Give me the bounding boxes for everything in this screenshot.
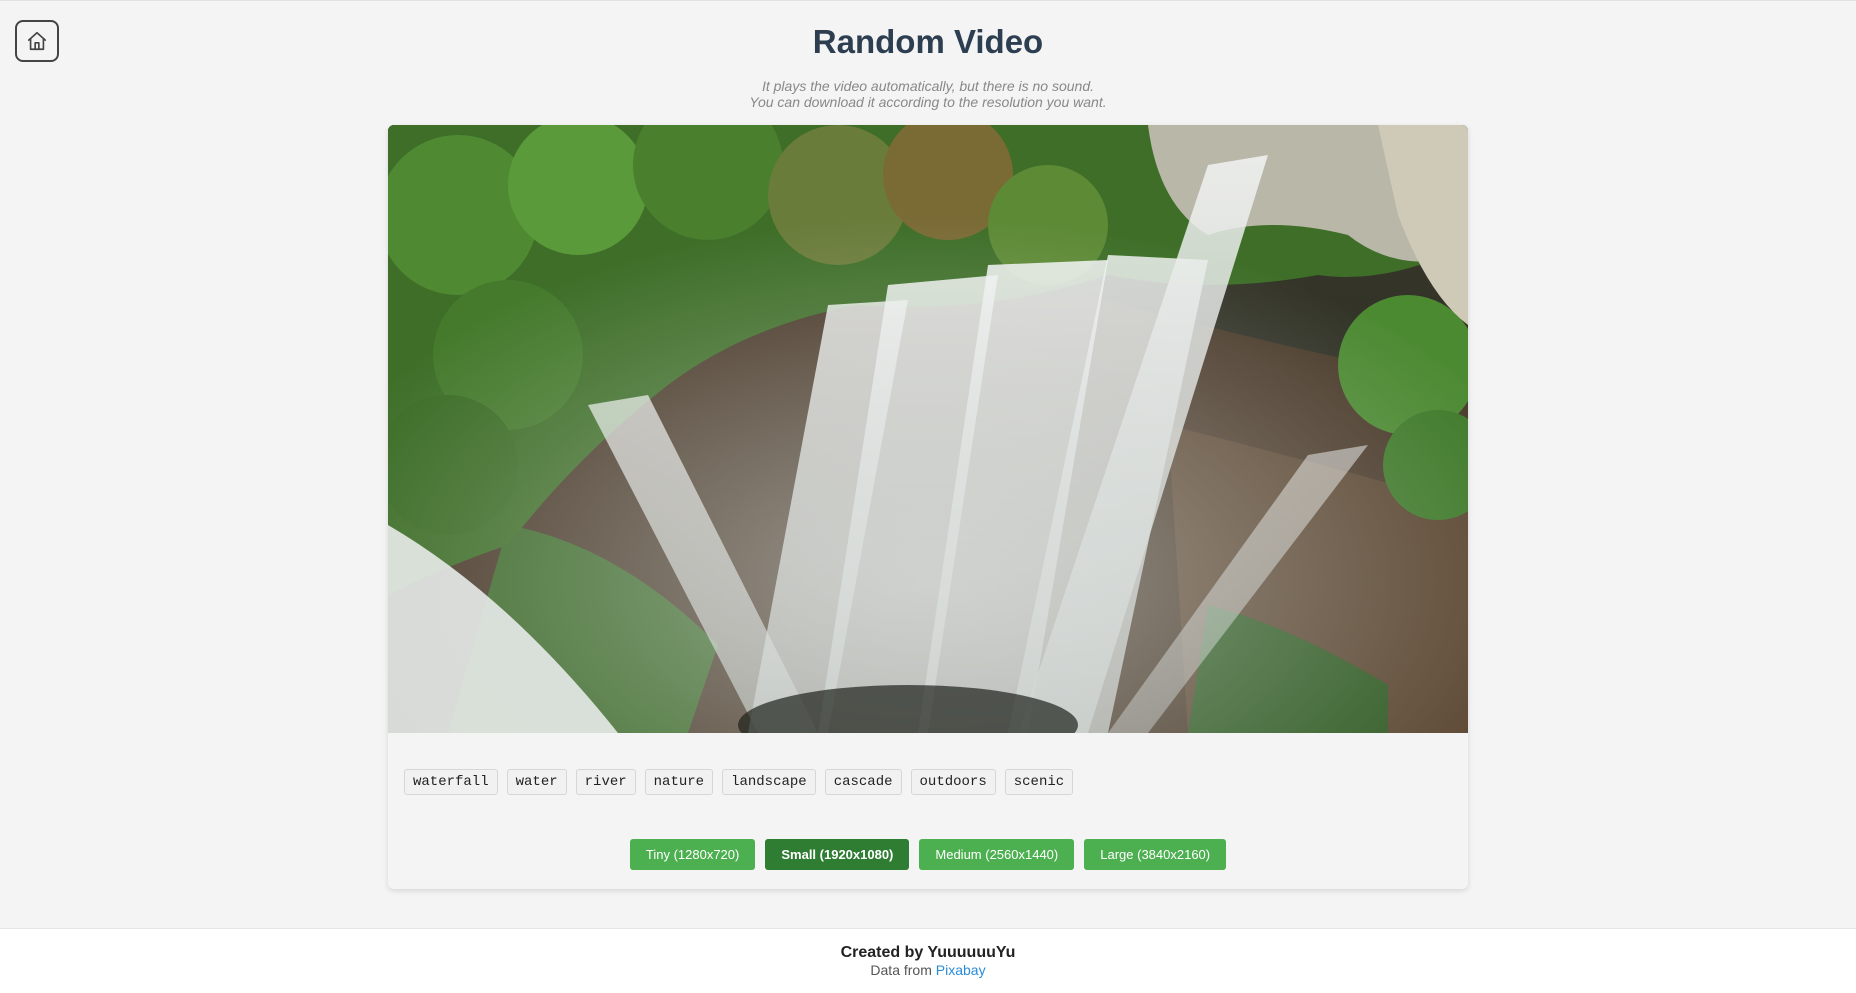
- tiny-resolution-button[interactable]: Tiny (1280x720): [629, 839, 756, 870]
- small-resolution-button[interactable]: Small (1920x1080): [765, 839, 910, 870]
- medium-resolution-button[interactable]: Medium (2560x1440): [919, 839, 1075, 870]
- page: Random Video It plays the video automati…: [0, 0, 1856, 993]
- tag-list: waterfall water river nature landscape c…: [404, 769, 1074, 795]
- tag-scenic[interactable]: scenic: [1004, 769, 1074, 795]
- tag-nature[interactable]: nature: [644, 769, 714, 795]
- footer-data-prefix: Data from: [870, 962, 932, 978]
- subtitle-line-2: You can download it according to the res…: [749, 94, 1107, 110]
- tag-outdoors[interactable]: outdoors: [910, 769, 996, 795]
- pixabay-link[interactable]: Pixabay: [936, 962, 986, 978]
- tag-waterfall[interactable]: waterfall: [404, 769, 498, 795]
- footer-data-source: Data from Pixabay: [0, 962, 1856, 979]
- tag-cascade[interactable]: cascade: [824, 769, 902, 795]
- footer-created-by: Created by YuuuuuuYu: [840, 944, 1016, 961]
- video-frame-waterfall: [388, 125, 1468, 733]
- page-title: Random Video: [812, 23, 1044, 60]
- tag-landscape[interactable]: landscape: [722, 769, 816, 795]
- video-card: waterfall water river nature landscape c…: [388, 125, 1468, 889]
- subtitle-line-1: It plays the video automatically, but th…: [761, 78, 1095, 94]
- footer: Created by YuuuuuuYu Data from Pixabay: [0, 928, 1856, 993]
- resolution-buttons: Tiny (1280x720) Small (1920x1080) Medium…: [388, 839, 1468, 870]
- large-resolution-button[interactable]: Large (3840x2160): [1084, 839, 1227, 870]
- tag-water[interactable]: water: [506, 769, 567, 795]
- tag-river[interactable]: river: [575, 769, 636, 795]
- video-player[interactable]: [388, 125, 1468, 733]
- page-subtitle: It plays the video automatically, but th…: [0, 78, 1856, 110]
